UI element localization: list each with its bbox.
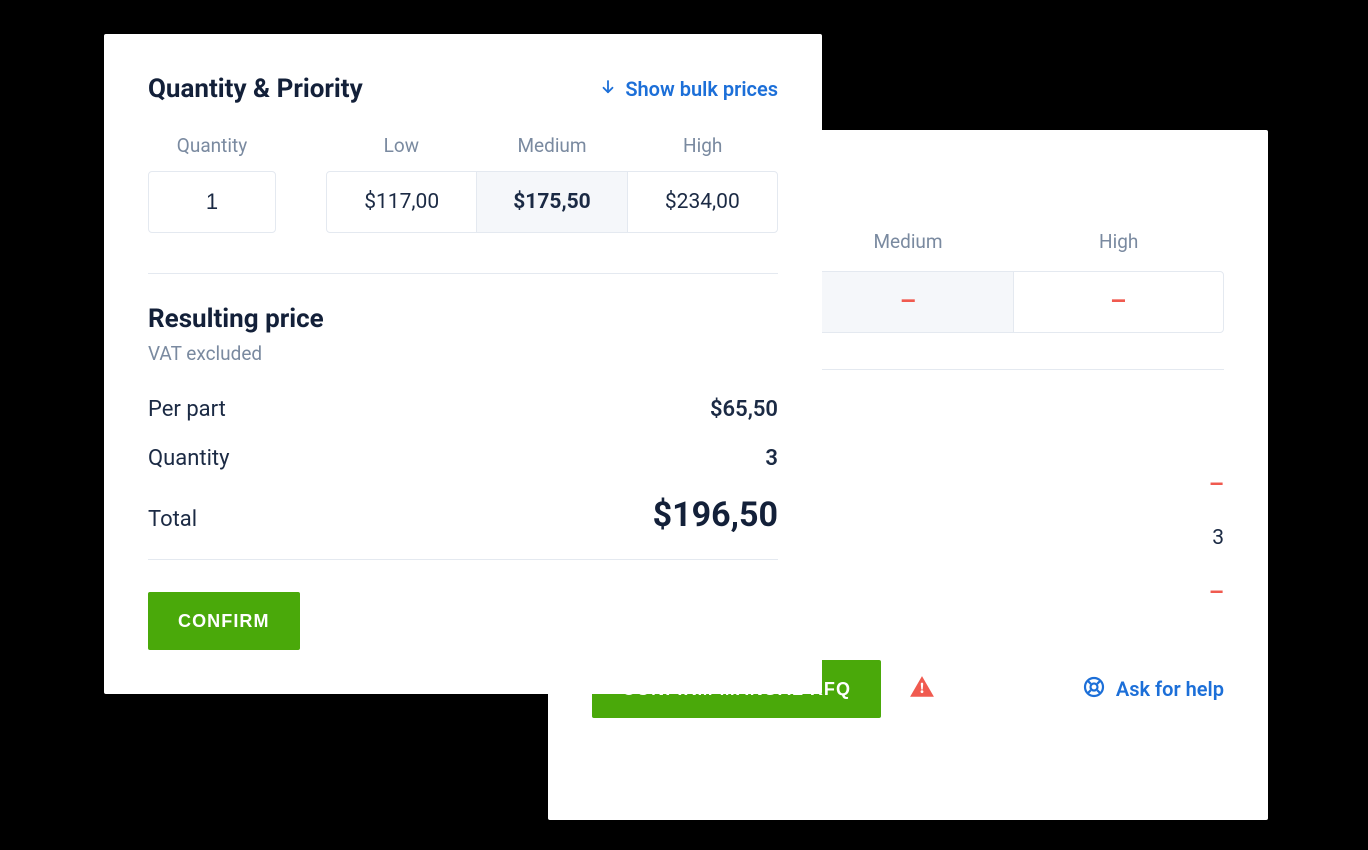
priority-label-high: High [1013,230,1224,253]
summary-total: – [1209,578,1224,606]
quantity-value: 3 [765,446,778,471]
summary-quantity: 3 [1212,526,1224,550]
per-part-label: Per part [148,397,226,422]
divider [148,559,778,560]
priority-option-medium[interactable]: $175,50 [476,172,626,232]
divider [148,273,778,274]
pricing-card: Quantity & Priority Show bulk prices Qua… [104,34,822,694]
lifebuoy-icon [1082,675,1106,704]
priority-label-low: Low [326,134,477,157]
show-bulk-prices-link[interactable]: Show bulk prices [599,77,778,101]
priority-label-medium: Medium [477,134,628,157]
priority-label-medium: Medium [803,230,1014,253]
quantity-input[interactable] [148,171,276,233]
priority-price-box: $117,00 $175,50 $234,00 [326,171,778,233]
resulting-price-title: Resulting price [148,304,778,334]
ask-for-help-link[interactable]: Ask for help [1082,675,1224,704]
ask-for-help-label: Ask for help [1116,677,1224,701]
priority-label-high: High [627,134,778,157]
vat-excluded-note: VAT excluded [148,342,778,365]
warning-icon [909,674,935,704]
section-title: Quantity & Priority [148,74,363,104]
total-value: $196,50 [653,495,778,535]
quantity-label: Quantity [148,446,230,471]
per-part-value: $65,50 [710,397,778,422]
summary-per-part: – [1209,470,1224,498]
show-bulk-prices-label: Show bulk prices [625,77,778,101]
total-label: Total [148,507,197,532]
priority-price-high[interactable]: – [1013,272,1223,332]
arrow-down-icon [599,77,617,101]
confirm-button[interactable]: Confirm [148,592,300,650]
priority-price-medium[interactable]: – [802,272,1012,332]
priority-option-high[interactable]: $234,00 [627,172,777,232]
column-labels: Quantity Low Medium High [148,134,778,157]
quantity-column-label: Quantity [148,134,276,157]
priority-option-low[interactable]: $117,00 [327,172,476,232]
